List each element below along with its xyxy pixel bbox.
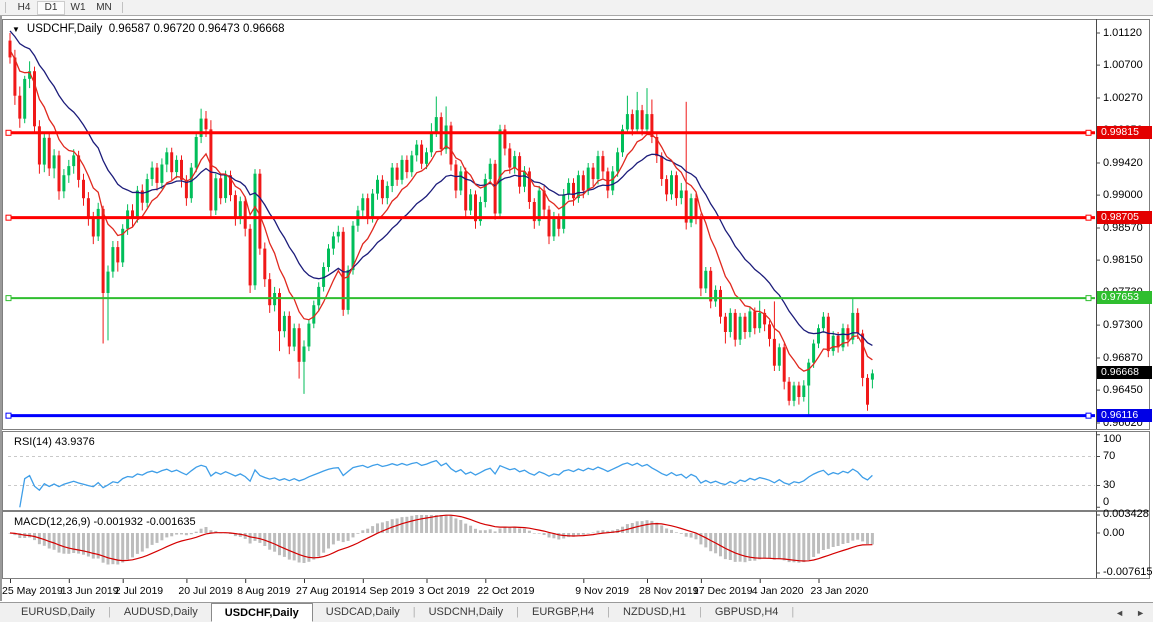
symbol-tab-bar: EURUSD,Daily | AUDUSD,Daily USDCHF,Daily…: [0, 602, 1153, 622]
toolbar-separator: [5, 2, 6, 13]
tab-eurusd-daily[interactable]: EURUSD,Daily: [8, 603, 108, 622]
tab-scroll-left-icon[interactable]: ◄: [1115, 608, 1124, 618]
tab-eurgbp-h4[interactable]: EURGBP,H4: [519, 603, 607, 622]
macd-indicator-pane[interactable]: [2, 511, 1150, 579]
tab-usdcnh-daily[interactable]: USDCNH,Daily: [416, 603, 517, 622]
time-axis[interactable]: [2, 579, 1150, 601]
tab-separator: |: [791, 603, 794, 622]
price-axis[interactable]: [1096, 19, 1153, 579]
timeframe-button-h4[interactable]: H4: [11, 1, 37, 14]
tab-scroll-controls: ◄ ►: [1115, 603, 1153, 622]
tab-nzdusd-h1[interactable]: NZDUSD,H1: [610, 603, 699, 622]
timeframe-toolbar: H4 D1 W1 MN: [0, 0, 1153, 16]
rsi-indicator-pane[interactable]: [2, 431, 1150, 511]
tab-audusd-daily[interactable]: AUDUSD,Daily: [111, 603, 211, 622]
tab-gbpusd-h4[interactable]: GBPUSD,H4: [702, 603, 792, 622]
tab-scroll-right-icon[interactable]: ►: [1136, 608, 1145, 618]
toolbar-separator: [122, 2, 123, 13]
tab-usdchf-daily[interactable]: USDCHF,Daily: [211, 603, 313, 622]
timeframe-button-mn[interactable]: MN: [91, 1, 117, 14]
tab-usdcad-daily[interactable]: USDCAD,Daily: [313, 603, 413, 622]
timeframe-button-d1[interactable]: D1: [37, 1, 65, 15]
main-chart-pane[interactable]: [2, 19, 1150, 430]
timeframe-button-w1[interactable]: W1: [65, 1, 91, 14]
